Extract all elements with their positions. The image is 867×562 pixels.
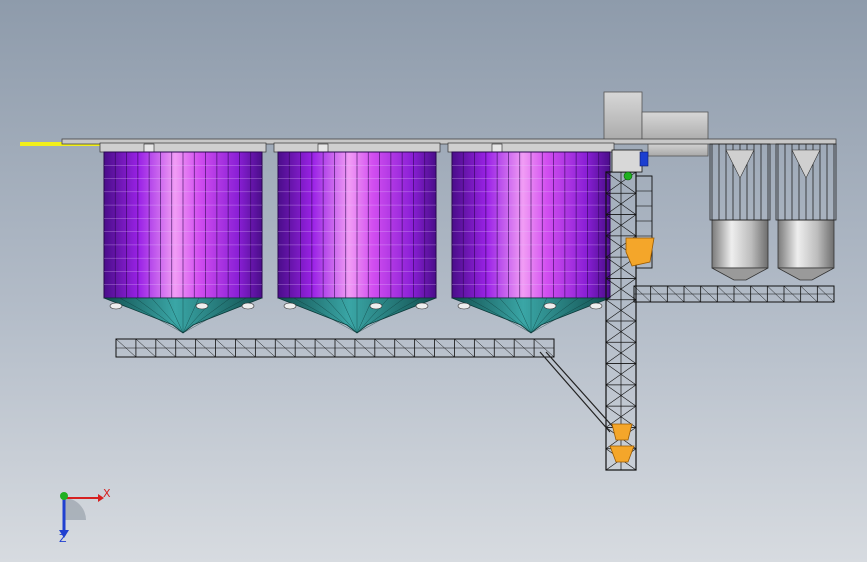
head-house-box xyxy=(603,91,643,143)
inclined-spout-2 xyxy=(545,351,615,429)
silo-roof xyxy=(447,142,615,153)
silo-roof xyxy=(273,142,441,153)
elevator-head-orange xyxy=(625,237,655,267)
bin-inlet-hopper xyxy=(791,149,821,179)
equipment-box xyxy=(641,111,709,143)
lower-gallery xyxy=(115,338,555,358)
silo-support-foot xyxy=(415,302,429,310)
bin-body xyxy=(777,219,835,269)
silo-support-foot xyxy=(109,302,123,310)
lower-conveyor-gallery xyxy=(115,338,555,358)
silo-support-foot xyxy=(369,302,383,310)
axis-triad: X Z xyxy=(59,487,111,545)
right-gallery xyxy=(633,285,835,303)
triad-arc xyxy=(64,498,86,520)
storage-bin-2 xyxy=(775,143,837,281)
drive-motor xyxy=(639,151,649,167)
cad-viewport: X Z xyxy=(20,91,837,545)
bin-cone xyxy=(711,267,769,281)
silo-support-foot xyxy=(283,302,297,310)
bin-inlet-hopper xyxy=(725,149,755,179)
elevator-boot-lower xyxy=(611,423,633,441)
z-axis-label: Z xyxy=(59,532,67,545)
elevator-boot-bottom xyxy=(609,445,635,463)
bin-cone xyxy=(777,267,835,281)
silo-2 xyxy=(273,142,441,334)
silo-3 xyxy=(447,142,615,334)
inclined-spout xyxy=(539,351,611,433)
silo-support-foot xyxy=(241,302,255,310)
silo-support-foot xyxy=(589,302,603,310)
bin-body xyxy=(711,219,769,269)
head-machinery xyxy=(611,149,643,173)
silo-1 xyxy=(99,142,267,334)
storage-bins xyxy=(709,143,837,281)
silo-support-foot xyxy=(543,302,557,310)
right-platform-truss xyxy=(633,285,835,303)
storage-bin-1 xyxy=(709,143,771,281)
large-silos xyxy=(99,142,615,334)
silo-support-foot xyxy=(195,302,209,310)
silo-roof xyxy=(99,142,267,153)
x-axis-label: X xyxy=(103,487,111,500)
y-axis-dot xyxy=(60,492,68,500)
silo-support-foot xyxy=(457,302,471,310)
drive-pulley xyxy=(623,171,633,181)
